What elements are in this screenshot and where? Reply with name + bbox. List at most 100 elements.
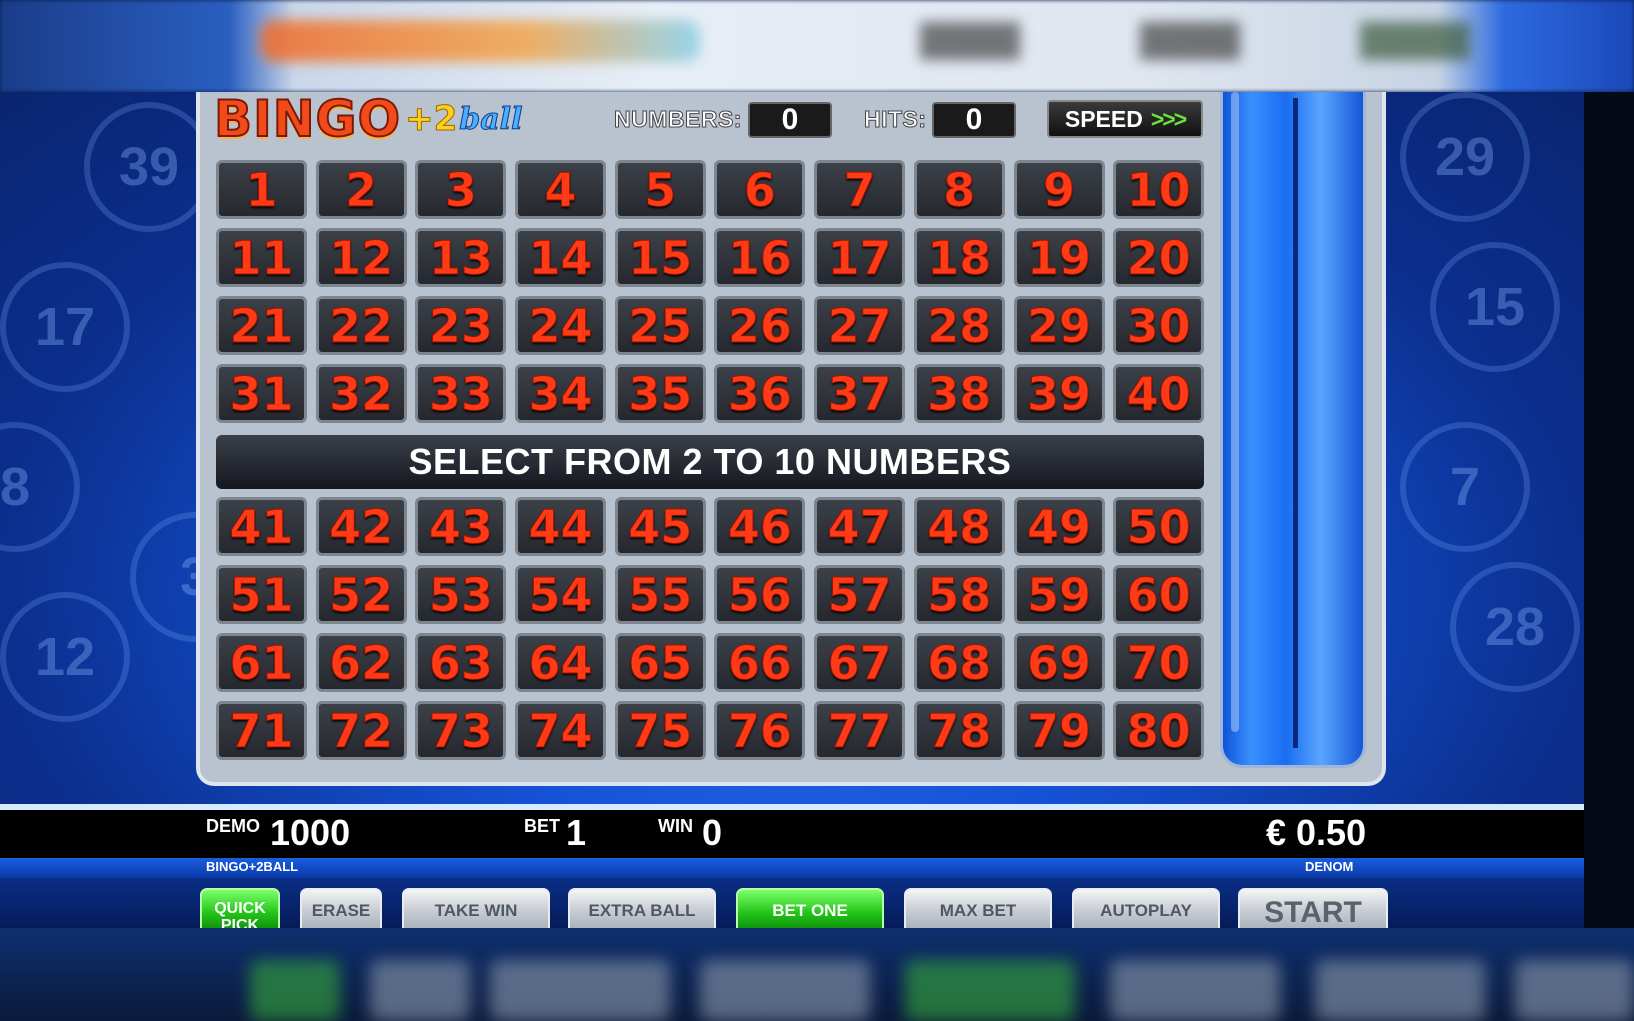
number-cell-17[interactable]: 17 — [814, 228, 906, 287]
number-cell-30[interactable]: 30 — [1113, 296, 1205, 355]
number-cell-79[interactable]: 79 — [1013, 701, 1105, 760]
number-cell-21[interactable]: 21 — [216, 296, 307, 355]
number-cell-48[interactable]: 48 — [913, 497, 1005, 556]
number-cell-5[interactable]: 5 — [614, 160, 706, 219]
number-cell-80[interactable]: 80 — [1113, 701, 1205, 760]
number-cell-11[interactable]: 11 — [216, 228, 307, 287]
number-cell-46[interactable]: 46 — [714, 497, 806, 556]
number-cell-75[interactable]: 75 — [614, 701, 706, 760]
blurred-button — [250, 960, 340, 1021]
number-cell-34[interactable]: 34 — [515, 364, 607, 423]
number-cell-12[interactable]: 12 — [315, 228, 407, 287]
number-cell-26[interactable]: 26 — [714, 296, 806, 355]
number-cell-22[interactable]: 22 — [315, 296, 407, 355]
number-cell-59[interactable]: 59 — [1013, 565, 1105, 624]
number-cell-55[interactable]: 55 — [614, 565, 706, 624]
number-cell-76[interactable]: 76 — [714, 701, 806, 760]
number-cell-27[interactable]: 27 — [814, 296, 906, 355]
number-cell-2[interactable]: 2 — [315, 160, 407, 219]
number-cell-32[interactable]: 32 — [315, 364, 407, 423]
number-cell-14[interactable]: 14 — [515, 228, 607, 287]
number-cell-10[interactable]: 10 — [1113, 160, 1205, 219]
number-cell-73[interactable]: 73 — [415, 701, 507, 760]
background-ball-number: 7 — [1449, 457, 1481, 517]
number-cell-28[interactable]: 28 — [913, 296, 1005, 355]
number-cell-77[interactable]: 77 — [814, 701, 906, 760]
number-cell-31[interactable]: 31 — [216, 364, 307, 423]
number-cell-43[interactable]: 43 — [415, 497, 507, 556]
number-cell-19[interactable]: 19 — [1013, 228, 1105, 287]
game-logo: BINGO +2 ball — [213, 92, 523, 149]
number-cell-61[interactable]: 61 — [216, 633, 307, 692]
number-cell-72[interactable]: 72 — [315, 701, 407, 760]
number-cell-35[interactable]: 35 — [614, 364, 706, 423]
number-cell-40[interactable]: 40 — [1113, 364, 1205, 423]
game-name-label: BINGO+2BALL — [206, 859, 299, 874]
number-cell-1[interactable]: 1 — [216, 160, 307, 219]
background-ball-number: 29 — [1434, 127, 1496, 187]
number-cell-42[interactable]: 42 — [315, 497, 407, 556]
number-cell-18[interactable]: 18 — [913, 228, 1005, 287]
number-cell-33[interactable]: 33 — [415, 364, 507, 423]
number-cell-45[interactable]: 45 — [614, 497, 706, 556]
number-cell-20[interactable]: 20 — [1113, 228, 1205, 287]
sub-info-bar: BINGO+2BALL DENOM — [0, 858, 1584, 878]
number-cell-6[interactable]: 6 — [714, 160, 806, 219]
number-cell-63[interactable]: 63 — [415, 633, 507, 692]
blurred-top-area — [0, 0, 1634, 92]
number-cell-47[interactable]: 47 — [814, 497, 906, 556]
number-cell-41[interactable]: 41 — [216, 497, 307, 556]
number-cell-62[interactable]: 62 — [315, 633, 407, 692]
logo-bingo: BINGO — [213, 92, 402, 149]
number-cell-71[interactable]: 71 — [216, 701, 307, 760]
background-ball: 15 — [1430, 242, 1560, 372]
number-cell-70[interactable]: 70 — [1113, 633, 1205, 692]
number-cell-50[interactable]: 50 — [1113, 497, 1205, 556]
number-cell-74[interactable]: 74 — [515, 701, 607, 760]
number-cell-64[interactable]: 64 — [515, 633, 607, 692]
number-cell-24[interactable]: 24 — [515, 296, 607, 355]
number-cell-37[interactable]: 37 — [814, 364, 906, 423]
blurred-box — [920, 22, 1020, 60]
number-cell-49[interactable]: 49 — [1013, 497, 1105, 556]
number-cell-39[interactable]: 39 — [1013, 364, 1105, 423]
number-cell-69[interactable]: 69 — [1013, 633, 1105, 692]
number-cell-52[interactable]: 52 — [315, 565, 407, 624]
number-cell-38[interactable]: 38 — [913, 364, 1005, 423]
number-cell-9[interactable]: 9 — [1013, 160, 1105, 219]
number-cell-4[interactable]: 4 — [515, 160, 607, 219]
number-cell-16[interactable]: 16 — [714, 228, 806, 287]
hits-counter: 0 — [932, 102, 1016, 138]
number-cell-29[interactable]: 29 — [1013, 296, 1105, 355]
number-cell-56[interactable]: 56 — [714, 565, 806, 624]
number-cell-13[interactable]: 13 — [415, 228, 507, 287]
number-cell-51[interactable]: 51 — [216, 565, 307, 624]
number-cell-44[interactable]: 44 — [515, 497, 607, 556]
number-cell-36[interactable]: 36 — [714, 364, 806, 423]
number-cell-57[interactable]: 57 — [814, 565, 906, 624]
number-cell-25[interactable]: 25 — [614, 296, 706, 355]
number-cell-68[interactable]: 68 — [913, 633, 1005, 692]
number-cell-15[interactable]: 15 — [614, 228, 706, 287]
logo-plus: +2 — [405, 99, 458, 140]
background-ball-number: 15 — [1464, 277, 1526, 337]
tube-highlight — [1231, 92, 1239, 732]
number-cell-66[interactable]: 66 — [714, 633, 806, 692]
bet-value: 1 — [566, 812, 587, 853]
number-cell-7[interactable]: 7 — [814, 160, 906, 219]
blurred-button — [1515, 960, 1634, 1021]
denom-value[interactable]: € 0.50 — [1266, 812, 1366, 854]
number-cell-60[interactable]: 60 — [1113, 565, 1205, 624]
blurred-button — [490, 960, 670, 1021]
number-cell-58[interactable]: 58 — [913, 565, 1005, 624]
number-cell-23[interactable]: 23 — [415, 296, 507, 355]
number-cell-65[interactable]: 65 — [614, 633, 706, 692]
speed-label: SPEED — [1064, 105, 1143, 132]
number-cell-78[interactable]: 78 — [913, 701, 1005, 760]
number-cell-3[interactable]: 3 — [415, 160, 507, 219]
number-cell-54[interactable]: 54 — [515, 565, 607, 624]
speed-button[interactable]: SPEED >>> — [1047, 100, 1203, 138]
number-cell-53[interactable]: 53 — [415, 565, 507, 624]
number-cell-8[interactable]: 8 — [913, 160, 1005, 219]
number-cell-67[interactable]: 67 — [814, 633, 906, 692]
